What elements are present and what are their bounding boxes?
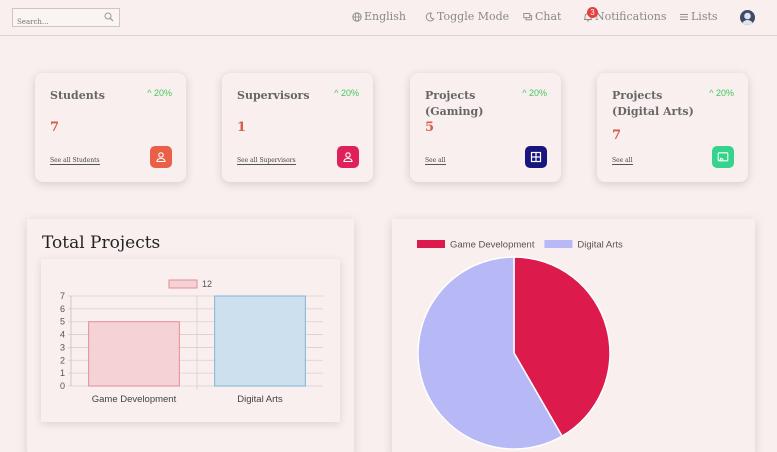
legend-label: Digital Arts (577, 240, 623, 251)
card-value: 7 (50, 120, 60, 135)
legend-swatch[interactable] (544, 240, 573, 248)
list-icon (680, 13, 688, 20)
bar-chart: 01234567Game Development Digital Arts12 (60, 279, 323, 405)
chat-label: Chat (535, 10, 562, 23)
bar[interactable] (214, 295, 306, 387)
notifications-label: Notifications (595, 10, 667, 23)
chevron-up-icon: ^ (522, 88, 527, 98)
card-value: 5 (425, 120, 435, 135)
card-title: Projects (Digital Arts) (612, 89, 694, 118)
card-percent: ^ 20% (334, 88, 359, 98)
toggle-mode-label: Toggle Mode (437, 10, 510, 23)
bar-chart-container: 0 1 2 3 4 5 6 7 Game Development Digital Arts 12 (41, 259, 340, 422)
y-tick-label: 5 (60, 317, 65, 327)
globe-icon (352, 11, 362, 22)
user-icon (741, 12, 754, 25)
card-icon-box (525, 146, 547, 168)
y-tick-label: 3 (60, 342, 65, 352)
card-title: Supervisors (237, 89, 310, 102)
chevron-up-icon: ^ (709, 88, 714, 98)
person-icon (343, 152, 353, 163)
projects-gaming-card: Projects (Gaming) ^ 20% 5 See all (410, 73, 561, 182)
card-value: 7 (612, 128, 622, 143)
card-percent-value: 20% (528, 88, 547, 98)
card-icon-box (150, 146, 172, 168)
toggle-mode-button[interactable]: Toggle Mode (425, 10, 509, 23)
see-all-students-link[interactable]: See all Students (50, 157, 100, 165)
card-icon-box (337, 146, 359, 168)
chat-button[interactable]: Chat (523, 10, 561, 23)
cast-icon (717, 152, 729, 162)
card-percent-value: 20% (715, 88, 734, 98)
language-selector[interactable]: English (352, 10, 406, 23)
pie-chart: Game Development Digital Arts (417, 240, 623, 450)
total-projects-panel: Total Projects 0 1 2 3 4 5 6 7 Game Development D… (27, 219, 354, 452)
legend-label: 12 (202, 279, 212, 289)
card-title: Students (50, 89, 105, 102)
supervisors-card: Supervisors ^ 20% 1 See all Supervisors (222, 73, 373, 182)
legend-swatch[interactable] (417, 240, 445, 248)
chat-icon (523, 12, 533, 20)
y-tick-label: 2 (60, 355, 65, 365)
legend-swatch[interactable] (168, 279, 198, 289)
projects-digital-arts-card: Projects (Digital Arts) ^ 20% 7 See all (597, 73, 748, 182)
y-tick-label: 1 (60, 368, 65, 378)
notifications-count-badge: 3 (587, 7, 598, 18)
grid-icon (530, 151, 542, 163)
search-box[interactable] (12, 8, 120, 31)
person-icon (156, 152, 166, 163)
top-navbar: English Toggle Mode Chat Notifications 3… (0, 0, 777, 36)
card-percent: ^ 20% (147, 88, 172, 98)
y-tick-label: 6 (60, 304, 65, 314)
students-card: Students ^ 20% 7 See all Students (35, 73, 186, 182)
see-all-supervisors-link[interactable]: See all Supervisors (237, 157, 296, 165)
card-percent: ^ 20% (709, 88, 734, 98)
language-label: English (364, 10, 406, 23)
chevron-up-icon: ^ (147, 88, 152, 98)
bar[interactable] (88, 321, 180, 387)
x-tick-label: Digital Arts (237, 394, 283, 405)
search-icon[interactable] (104, 12, 114, 22)
user-avatar[interactable] (740, 10, 755, 25)
card-value: 1 (237, 120, 247, 135)
card-icon-box (712, 146, 734, 168)
see-all-digital-arts-link[interactable]: See all (612, 157, 633, 165)
lists-button[interactable]: Lists (679, 10, 718, 23)
x-tick-label: Game Development (92, 394, 177, 405)
panel-title: Total Projects (42, 233, 161, 253)
card-percent: ^ 20% (522, 88, 547, 98)
search-input[interactable] (13, 13, 101, 31)
card-percent-value: 20% (153, 88, 172, 98)
lists-label: Lists (691, 10, 718, 23)
card-percent-value: 20% (340, 88, 359, 98)
card-title: Projects (Gaming) (425, 89, 484, 118)
pie-chart-panel: Game Development Digital Arts (392, 219, 755, 452)
moon-icon (425, 12, 435, 21)
see-all-gaming-link[interactable]: See all (425, 157, 446, 165)
y-tick-label: 4 (60, 330, 65, 340)
legend-label: Game Development (450, 240, 535, 251)
y-tick-label: 0 (60, 381, 65, 391)
y-tick-label: 7 (60, 291, 65, 301)
chevron-up-icon: ^ (334, 88, 339, 98)
